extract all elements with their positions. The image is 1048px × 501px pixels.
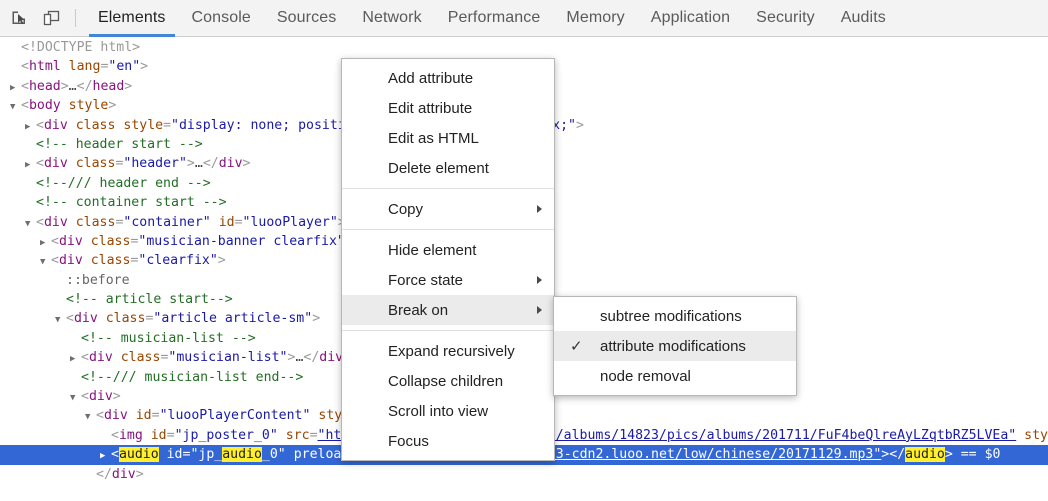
context-menu-item-expand-recursively[interactable]: Expand recursively (342, 336, 554, 366)
context-menu-separator (342, 229, 554, 230)
tab-sources[interactable]: Sources (264, 0, 349, 37)
context-menu-item-collapse-children[interactable]: Collapse children (342, 366, 554, 396)
context-menu-item-label: Force state (388, 272, 463, 289)
tab-label: Audits (841, 9, 886, 27)
submenu-item-attribute-modifications[interactable]: ✓ attribute modifications (554, 331, 796, 361)
tab-console[interactable]: Console (179, 0, 264, 37)
devtools-toolbar: Elements Console Sources Network Perform… (0, 0, 1048, 37)
context-menu-item-edit-attribute[interactable]: Edit attribute (342, 93, 554, 123)
context-menu-item-label: Edit as HTML (388, 130, 479, 147)
html-comment: <!-- container start --> (36, 195, 227, 210)
checkmark-icon: ✓ (570, 339, 583, 354)
context-menu-item-delete-element[interactable]: Delete element (342, 153, 554, 183)
context-menu-item-add-attribute[interactable]: Add attribute (342, 63, 554, 93)
pseudo-element: ::before (66, 273, 130, 288)
dom-node-text: <!-- article start--> (66, 292, 233, 307)
dom-node-text: <div class="clearfix"> (51, 253, 226, 268)
dom-node-text: <div> (81, 389, 121, 404)
tab-performance[interactable]: Performance (435, 0, 554, 37)
dom-node-row[interactable]: ▶</div> (0, 465, 1048, 484)
context-menu-item-label: Edit attribute (388, 100, 472, 117)
submenu-arrow-icon (537, 276, 542, 284)
dom-node-text: <img id="jp_poster_0" src="http://img-cd… (111, 428, 1048, 443)
dom-node-text: <body style> (21, 98, 116, 113)
panel-tabs: Elements Console Sources Network Perform… (85, 0, 899, 37)
dom-node-text: <audio id="jp_audio_0" preload="metadata… (111, 447, 1000, 462)
dom-node-text: <div class="musician-banner clearfix"> (51, 234, 353, 249)
dom-node-text: </div> (96, 467, 144, 482)
context-menu-item-label: Hide element (388, 242, 476, 259)
dom-node-text: <html lang="en"> (21, 59, 148, 74)
context-menu-item-edit-as-html[interactable]: Edit as HTML (342, 123, 554, 153)
html-comment: <!-- article start--> (66, 292, 233, 307)
dom-node-text: ::before (66, 273, 130, 288)
html-comment: <!-- musician-list --> (81, 331, 256, 346)
dom-node-text: <div class="header">…</div> (36, 156, 251, 171)
context-menu-item-break-on[interactable]: Break on (342, 295, 554, 325)
submenu-item-subtree-modifications[interactable]: subtree modifications (554, 301, 796, 331)
tab-label: Application (651, 9, 730, 27)
tab-label: Performance (448, 9, 541, 27)
dom-node-text: <div class="container" id="luooPlayer"> (36, 215, 346, 230)
submenu-item-node-removal[interactable]: node removal (554, 361, 796, 391)
dom-node-text: <!-- header start --> (36, 137, 203, 152)
html-comment: <!-- header start --> (36, 137, 203, 152)
context-menu-item-scroll-into-view[interactable]: Scroll into view (342, 396, 554, 426)
context-menu-item-label: Delete element (388, 160, 489, 177)
tab-memory[interactable]: Memory (553, 0, 637, 37)
search-match: audio (222, 447, 262, 462)
search-match: audio (119, 447, 159, 462)
dom-node-text: <!-- musician-list --> (81, 331, 256, 346)
context-menu-separator (342, 188, 554, 189)
tab-network[interactable]: Network (349, 0, 434, 37)
context-menu-item-label: Expand recursively (388, 343, 515, 360)
context-menu-item-label: Copy (388, 201, 423, 218)
device-toolbar-icon[interactable] (38, 5, 64, 31)
tab-application[interactable]: Application (638, 0, 743, 37)
dom-node-row[interactable]: ▶<!DOCTYPE html> (0, 38, 1048, 57)
dom-node-text: <!--/// header end --> (36, 176, 211, 191)
inspect-cursor-glyph (11, 10, 27, 26)
html-comment: <!--/// header end --> (36, 176, 211, 191)
tab-label: Sources (277, 9, 336, 27)
dom-node-text: <!DOCTYPE html> (21, 40, 140, 55)
tab-label: Network (362, 9, 421, 27)
tab-label: Console (192, 9, 251, 27)
context-menu-separator (342, 330, 554, 331)
context-menu-item-focus[interactable]: Focus (342, 426, 554, 456)
submenu-item-label: subtree modifications (600, 308, 742, 325)
dom-node-text: <!-- container start --> (36, 195, 227, 210)
toolbar-divider (75, 9, 76, 27)
tab-security[interactable]: Security (743, 0, 828, 37)
dom-node-text: <div class="article article-sm"> (66, 311, 320, 326)
submenu-item-label: attribute modifications (600, 338, 746, 355)
search-match: audio (905, 447, 945, 462)
context-menu-item-label: Scroll into view (388, 403, 488, 420)
tab-audits[interactable]: Audits (828, 0, 899, 37)
device-toggle-glyph (43, 10, 60, 26)
tab-label: Elements (98, 9, 166, 27)
inspect-element-icon[interactable] (6, 5, 32, 31)
context-menu-item-copy[interactable]: Copy (342, 194, 554, 224)
html-comment: <!--/// musician-list end--> (81, 370, 303, 385)
context-menu-item-label: Break on (388, 302, 448, 319)
disclosure-spacer: ▶ (85, 467, 96, 486)
context-menu-item-label: Focus (388, 433, 429, 450)
dom-node-text: <div class="musician-list">…</div> (81, 350, 351, 365)
dom-context-menu[interactable]: Add attribute Edit attribute Edit as HTML D… (341, 58, 555, 461)
dom-node-text: <!--/// musician-list end--> (81, 370, 303, 385)
tab-label: Security (756, 9, 815, 27)
submenu-arrow-icon (537, 205, 542, 213)
submenu-item-label: node removal (600, 368, 691, 385)
context-menu-item-hide-element[interactable]: Hide element (342, 235, 554, 265)
tab-elements[interactable]: Elements (85, 0, 179, 37)
context-menu-item-label: Add attribute (388, 70, 473, 87)
tab-label: Memory (566, 9, 624, 27)
context-menu-item-label: Collapse children (388, 373, 503, 390)
doctype: <!DOCTYPE html> (21, 40, 140, 55)
break-on-submenu[interactable]: subtree modifications ✓ attribute modifica… (553, 296, 797, 396)
dom-node-text: <head>…</head> (21, 79, 132, 94)
context-menu-item-force-state[interactable]: Force state (342, 265, 554, 295)
submenu-arrow-icon (537, 306, 542, 314)
